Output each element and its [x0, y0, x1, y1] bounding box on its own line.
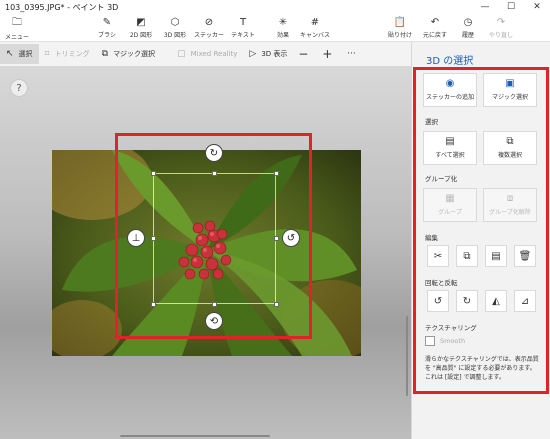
select-label: 選択: [18, 50, 33, 58]
tool-canvas[interactable]: # キャンバス: [298, 16, 332, 40]
tool-label: 3D 図形: [163, 32, 187, 39]
stickers-icon: ⊘: [204, 17, 214, 28]
maximize-button[interactable]: ☐: [498, 0, 524, 14]
history-button[interactable]: ◷ 履歴: [451, 16, 485, 40]
select-tool[interactable]: ↖ 選択: [0, 44, 39, 64]
action-label: やり直し: [488, 32, 513, 39]
help-button[interactable]: ?: [10, 79, 28, 97]
3d-shapes-icon: ⬡: [170, 17, 180, 28]
tool-2d-shapes[interactable]: ◩ 2D 図形: [124, 16, 158, 40]
text-icon: T: [239, 17, 247, 28]
tool-3d-shapes[interactable]: ⬡ 3D 図形: [158, 16, 192, 40]
tool-label: テキスト: [231, 32, 255, 39]
paste-button[interactable]: 📋 貼り付け: [383, 16, 417, 40]
ribbon: 🗀 メニュー ✎ ブラシ ◩ 2D 図形 ⬡ 3D 図形 ⊘ ステッカー T テ…: [0, 14, 550, 42]
redo-icon: ↷: [496, 17, 506, 28]
highlight-frame-selection: [115, 133, 312, 339]
tool-brush[interactable]: ✎ ブラシ: [90, 16, 124, 40]
magic-select-tool[interactable]: ⧉ マジック選択: [96, 44, 161, 64]
canvas-toolbar: ↖ 選択 ⌗ トリミング ⧉ マジック選択 ▢ Mixed Reality ▷ …: [0, 42, 411, 66]
tool-label: キャンバス: [299, 32, 330, 39]
tool-stickers[interactable]: ⊘ ステッカー: [192, 16, 226, 40]
magic-select-label: マジック選択: [113, 50, 156, 58]
horizontal-scrollbar[interactable]: [120, 435, 270, 437]
pointer-icon: ↖: [6, 49, 14, 59]
paste-icon: 📋: [393, 17, 407, 28]
close-button[interactable]: ✕: [524, 0, 550, 14]
tool-label: 2D 図形: [129, 32, 153, 39]
action-label: 履歴: [461, 32, 474, 39]
tool-label: ステッカー: [193, 32, 224, 39]
zoom-in-button[interactable]: +: [317, 44, 337, 64]
tool-label: ブラシ: [98, 32, 116, 39]
zoom-out-button[interactable]: −: [293, 44, 313, 64]
crop-tool[interactable]: ⌗ トリミング: [39, 44, 96, 64]
undo-icon: ↶: [430, 17, 440, 28]
menu-button[interactable]: 🗀 メニュー: [4, 16, 30, 41]
vertical-scrollbar[interactable]: [406, 316, 408, 396]
highlight-frame-panel: [413, 67, 549, 394]
folder-icon: 🗀: [12, 17, 22, 28]
tool-effects[interactable]: ✳ 効果: [266, 16, 300, 40]
effects-icon: ✳: [278, 17, 288, 28]
3d-view-tool[interactable]: ▷ 3D 表示: [243, 44, 293, 64]
undo-button[interactable]: ↶ 元に戻す: [418, 16, 452, 40]
redo-button[interactable]: ↷ やり直し: [484, 16, 518, 40]
menu-label: メニュー: [4, 34, 29, 41]
tool-text[interactable]: T テキスト: [226, 16, 260, 40]
mixed-reality-icon: ▢: [177, 49, 186, 59]
window-title: 103_0395.JPG* - ペイント 3D: [5, 2, 119, 12]
action-label: 貼り付け: [387, 32, 412, 39]
more-options-button[interactable]: ···: [341, 44, 361, 64]
canvas-icon: #: [310, 17, 320, 28]
3d-view-label: 3D 表示: [261, 50, 288, 58]
mixed-reality-label: Mixed Reality: [190, 50, 238, 58]
magic-select-icon: ⧉: [101, 49, 109, 59]
crop-icon: ⌗: [44, 49, 50, 59]
crop-label: トリミング: [54, 50, 90, 58]
2d-shapes-icon: ◩: [136, 17, 146, 28]
panel-title: 3D の選択: [426, 56, 474, 67]
canvas-area[interactable]: ? ↻ ⊥ ↺ ⟲: [0, 66, 411, 439]
tool-label: 効果: [276, 32, 289, 39]
3d-view-icon: ▷: [249, 49, 257, 59]
brush-icon: ✎: [102, 17, 112, 28]
action-label: 元に戻す: [422, 32, 447, 39]
history-icon: ◷: [463, 17, 473, 28]
title-bar: 103_0395.JPG* - ペイント 3D — ☐ ✕: [0, 0, 550, 14]
mixed-reality-tool[interactable]: ▢ Mixed Reality: [171, 44, 243, 64]
minimize-button[interactable]: —: [472, 0, 498, 14]
